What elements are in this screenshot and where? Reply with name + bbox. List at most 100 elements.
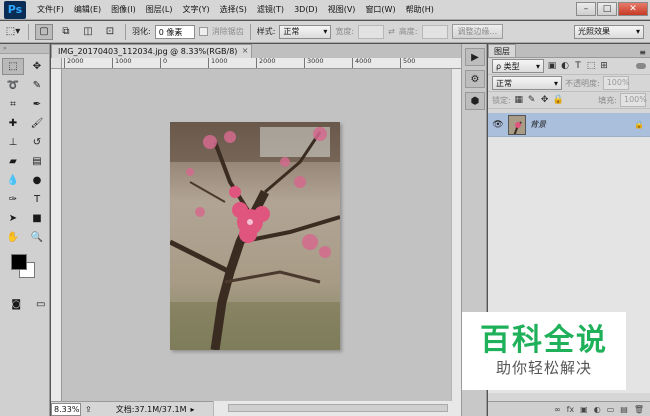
menu-3d[interactable]: 3D(D) <box>289 5 323 14</box>
new-adjustment-icon[interactable]: ◐ <box>594 405 601 414</box>
lock-position-icon[interactable]: ✥ <box>540 95 550 105</box>
chevron-down-icon: ▾ <box>323 27 328 36</box>
gradient-icon[interactable]: ▤ <box>26 153 48 170</box>
maximize-button[interactable]: □ <box>597 2 617 16</box>
history-brush-icon[interactable]: ↺ <box>26 134 48 151</box>
move-tool-icon[interactable]: ✥ <box>26 58 48 75</box>
style-select[interactable]: 正常 ▾ <box>279 24 332 39</box>
menu-layer[interactable]: 图层(L) <box>141 4 178 15</box>
ruler-tick: 1000 <box>208 58 228 68</box>
width-input[interactable] <box>358 24 385 39</box>
add-mask-icon[interactable]: ▣ <box>580 405 588 414</box>
window-controls: – □ ✕ <box>576 2 648 16</box>
opacity-input[interactable]: 100% <box>602 76 630 90</box>
3d-icon[interactable]: ⬢ <box>465 92 485 110</box>
link-layers-icon[interactable]: ∞ <box>554 405 561 414</box>
lock-image-icon[interactable]: ✎ <box>527 95 537 105</box>
add-selection-icon[interactable]: ⧉ <box>57 24 75 40</box>
ruler-tick: 0 <box>160 58 167 68</box>
type-tool-icon[interactable]: T <box>26 191 48 208</box>
layer-row-background[interactable]: 👁 背景 🔒 <box>488 113 650 137</box>
horizontal-ruler[interactable]: 2000 1000 0 1000 2000 3000 4000 500 <box>62 58 461 69</box>
horizontal-scrollbar[interactable] <box>213 401 461 416</box>
filter-toggle[interactable] <box>636 63 646 69</box>
hand-icon[interactable]: ✋ <box>2 229 24 246</box>
menu-file[interactable]: 文件(F) <box>32 4 69 15</box>
fill-input[interactable]: 100% <box>620 93 647 107</box>
menu-type[interactable]: 文字(Y) <box>177 4 214 15</box>
intersect-selection-icon[interactable]: ⊡ <box>101 24 119 40</box>
crop-icon[interactable]: ⌗ <box>2 96 24 113</box>
filter-kind-select[interactable]: ρ 类型 ▾ <box>492 59 544 73</box>
lasso-icon[interactable]: ➰ <box>2 77 24 94</box>
menu-filter[interactable]: 滤镜(T) <box>252 4 289 15</box>
clone-stamp-icon[interactable]: ⊥ <box>2 134 24 151</box>
swap-icon[interactable]: ⇄ <box>388 27 395 36</box>
subtract-selection-icon[interactable]: ◫ <box>79 24 97 40</box>
refine-edge-button[interactable]: 调整边缘... <box>451 24 504 39</box>
marquee-tool-preset-icon[interactable]: ⬚▾ <box>4 24 22 40</box>
new-group-icon[interactable]: ▭ <box>607 405 615 414</box>
adjustment-filter-icon[interactable]: ◐ <box>560 61 570 71</box>
blend-mode-select[interactable]: 正常 ▾ <box>492 76 562 90</box>
height-input[interactable] <box>421 24 448 39</box>
quick-selection-icon[interactable]: ✎ <box>26 77 48 94</box>
vertical-ruler[interactable] <box>51 69 62 401</box>
rectangular-marquee-icon[interactable]: ⬚ <box>2 58 24 75</box>
healing-brush-icon[interactable]: ✚ <box>2 115 24 132</box>
share-icon[interactable]: ⇪ <box>85 405 92 414</box>
quick-mask-icon[interactable]: ◙ <box>8 296 25 313</box>
info-menu-icon[interactable]: ▸ <box>191 405 195 414</box>
adjustments-icon[interactable]: ⚙ <box>465 70 485 88</box>
lock-transparent-icon[interactable]: ▦ <box>514 95 524 105</box>
blossom-photo <box>170 122 340 350</box>
tab-layers[interactable]: 图层 <box>488 44 516 57</box>
panel-menu-icon[interactable]: ≡ <box>639 48 646 57</box>
menu-view[interactable]: 视图(V) <box>323 4 361 15</box>
shape-filter-icon[interactable]: ⬚ <box>586 61 596 71</box>
type-filter-icon[interactable]: T <box>573 61 583 71</box>
menu-help[interactable]: 帮助(H) <box>401 4 439 15</box>
feather-input[interactable]: 0 像素 <box>154 24 195 39</box>
close-tab-icon[interactable]: × <box>242 46 249 55</box>
workspace-select[interactable]: 光照效果 ▾ <box>574 24 644 39</box>
close-button[interactable]: ✕ <box>618 2 648 16</box>
menu-select[interactable]: 选择(S) <box>215 4 252 15</box>
play-actions-icon[interactable]: ▶ <box>465 48 485 66</box>
toolbox-grip[interactable]: » <box>0 44 49 54</box>
antialias-checkbox[interactable] <box>198 27 208 36</box>
menu-bar: Ps 文件(F) 编辑(E) 图像(I) 图层(L) 文字(Y) 选择(S) 滤… <box>0 0 650 20</box>
lock-all-icon[interactable]: 🔒 <box>553 95 564 105</box>
path-selection-icon[interactable]: ➤ <box>2 210 24 227</box>
scroll-thumb[interactable] <box>228 404 448 412</box>
document-tab[interactable]: IMG_20170403_112034.jpg @ 8.33%(RGB/8) × <box>51 44 253 58</box>
menu-window[interactable]: 窗口(W) <box>360 4 400 15</box>
foreground-color-swatch[interactable] <box>11 254 27 270</box>
dodge-icon[interactable]: ● <box>26 172 48 189</box>
blur-icon[interactable]: 💧 <box>2 172 24 189</box>
eraser-icon[interactable]: ▰ <box>2 153 24 170</box>
ruler-origin[interactable] <box>51 58 62 69</box>
brush-icon[interactable]: 🖌 <box>26 115 48 132</box>
eyedropper-icon[interactable]: ✒ <box>26 96 48 113</box>
menu-edit[interactable]: 编辑(E) <box>69 4 106 15</box>
minimize-button[interactable]: – <box>576 2 596 16</box>
zoom-field[interactable]: 8.33% <box>51 402 81 416</box>
pen-icon[interactable]: ✑ <box>2 191 24 208</box>
new-selection-icon[interactable]: ▢ <box>35 23 53 40</box>
zoom-icon[interactable]: 🔍 <box>26 229 48 246</box>
delete-layer-icon[interactable]: 🗑 <box>634 405 644 414</box>
vertical-scrollbar[interactable] <box>451 69 461 401</box>
new-layer-icon[interactable]: ▤ <box>620 405 628 414</box>
smart-object-filter-icon[interactable]: ⊞ <box>599 61 609 71</box>
document-image[interactable] <box>170 122 340 350</box>
menu-image[interactable]: 图像(I) <box>106 4 141 15</box>
filter-kind-value: ρ 类型 <box>496 61 520 71</box>
pixel-filter-icon[interactable]: ▣ <box>547 61 557 71</box>
screen-mode-icon[interactable]: ▭ <box>33 296 50 313</box>
fx-icon[interactable]: fx <box>567 405 575 414</box>
fill-label: 填充: <box>598 95 617 105</box>
canvas[interactable] <box>62 69 461 401</box>
eye-icon[interactable]: 👁 <box>492 120 504 130</box>
rectangle-shape-icon[interactable]: ■ <box>26 210 48 227</box>
